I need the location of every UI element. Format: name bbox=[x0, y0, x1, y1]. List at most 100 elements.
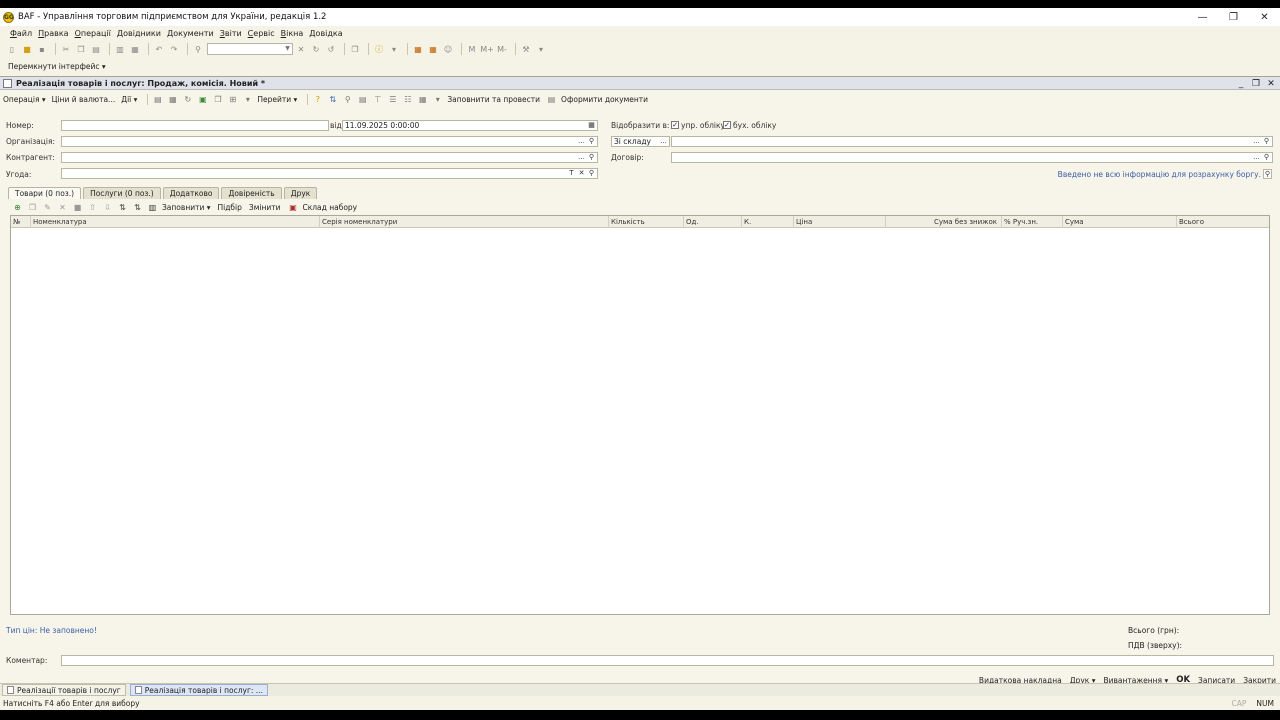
ellipsis-select-button[interactable]: ... bbox=[577, 153, 586, 163]
column-header[interactable]: Кількість bbox=[609, 216, 684, 228]
find-next-icon[interactable]: ↻ bbox=[310, 43, 322, 55]
help-icon[interactable]: ? bbox=[312, 94, 323, 105]
menu-help[interactable]: Довідка bbox=[309, 29, 342, 38]
menu-edit[interactable]: Правка bbox=[38, 29, 68, 38]
end-edit-icon[interactable]: ■ bbox=[72, 202, 83, 213]
open-folder-icon[interactable]: ■ bbox=[21, 43, 33, 55]
column-header[interactable]: Всього bbox=[1177, 216, 1269, 228]
menu-reports[interactable]: Звіти bbox=[220, 29, 242, 38]
number-field[interactable] bbox=[61, 120, 329, 131]
comment-field[interactable] bbox=[61, 655, 1274, 666]
type-selector-icon[interactable]: T bbox=[567, 169, 576, 179]
menu-catalogs[interactable]: Довідники bbox=[117, 29, 161, 38]
barcode-icon[interactable]: ▥ bbox=[147, 202, 158, 213]
operation-menu[interactable]: Операція ▾ bbox=[3, 95, 46, 104]
contract-field[interactable]: ... ⚲ bbox=[671, 152, 1273, 163]
dropdown-arrow-icon[interactable]: ▾ bbox=[388, 43, 400, 55]
tab-additional[interactable]: Додатково bbox=[162, 187, 220, 199]
menu-windows[interactable]: Вікна bbox=[281, 29, 304, 38]
restore-button[interactable]: ❐ bbox=[1218, 8, 1249, 26]
make-documents-button[interactable]: Оформити документи bbox=[561, 95, 648, 104]
ellipsis-select-button[interactable]: ... bbox=[577, 137, 586, 147]
column-header[interactable]: № bbox=[11, 216, 31, 228]
based-on-icon[interactable]: ▣ bbox=[197, 94, 208, 105]
task-sales-document[interactable]: Реалізація товарів і послуг: ... bbox=[129, 684, 268, 696]
change-button[interactable]: Змінити bbox=[249, 203, 281, 212]
new-document-icon[interactable]: ▯ bbox=[6, 43, 18, 55]
search-icon[interactable]: ⚲ bbox=[192, 43, 204, 55]
delete-row-icon[interactable]: ✕ bbox=[57, 202, 68, 213]
mgmt-accounting-checkbox[interactable]: ✓ bbox=[671, 121, 679, 129]
tab-print[interactable]: Друк bbox=[283, 187, 318, 199]
fill-and-post-button[interactable]: Заповнити та провести bbox=[447, 95, 540, 104]
structure-icon[interactable]: ⊞ bbox=[227, 94, 238, 105]
memory-plus-icon[interactable]: M+ bbox=[480, 43, 494, 55]
sort-asc-icon[interactable]: ⇅ bbox=[117, 202, 128, 213]
column-header[interactable]: Номенклатура bbox=[31, 216, 320, 228]
ellipsis-select-button[interactable]: ... bbox=[659, 137, 668, 147]
tab-power-of-attorney[interactable]: Довіреність bbox=[221, 187, 282, 199]
users-icon[interactable]: ☺ bbox=[442, 43, 454, 55]
paste-icon[interactable]: ▤ bbox=[90, 43, 102, 55]
menu-service[interactable]: Сервіс bbox=[248, 29, 275, 38]
dropdown-arrow-icon[interactable]: ▾ bbox=[242, 94, 253, 105]
tab-goods[interactable]: Товари (0 поз.) bbox=[8, 187, 82, 199]
column-header[interactable]: % Руч.зн. bbox=[1002, 216, 1063, 228]
fill-menu[interactable]: Заповнити ▾ bbox=[162, 203, 211, 212]
move-up-icon[interactable]: ⇧ bbox=[87, 202, 98, 213]
copy-doc-icon[interactable]: ❐ bbox=[212, 94, 223, 105]
list-icon[interactable]: ☰ bbox=[387, 94, 398, 105]
menu-documents[interactable]: Документи bbox=[167, 29, 214, 38]
copy-row-icon[interactable]: ❐ bbox=[27, 202, 38, 213]
memory-minus-icon[interactable]: M- bbox=[496, 43, 508, 55]
windows-icon[interactable]: ❐ bbox=[349, 43, 361, 55]
open-search-icon[interactable]: ⚲ bbox=[587, 137, 596, 147]
open-search-icon[interactable]: ⚲ bbox=[587, 169, 596, 179]
copy-icon[interactable]: ❐ bbox=[75, 43, 87, 55]
clear-search-icon[interactable]: ✕ bbox=[295, 43, 307, 55]
write-icon[interactable]: ▤ bbox=[152, 94, 163, 105]
column-header[interactable]: Сума bbox=[1063, 216, 1177, 228]
doc-minimize-button[interactable]: _ bbox=[1236, 79, 1246, 89]
debt-search-icon[interactable]: ⚲ bbox=[1263, 169, 1272, 179]
column-header[interactable]: К. bbox=[742, 216, 794, 228]
actions-menu[interactable]: Дії ▾ bbox=[121, 95, 137, 104]
dropdown-arrow-icon[interactable]: ▾ bbox=[432, 94, 443, 105]
calendar-picker-icon[interactable]: ▦ bbox=[587, 121, 596, 131]
movements-icon[interactable]: ⇅ bbox=[327, 94, 338, 105]
minimize-button[interactable]: — bbox=[1187, 8, 1218, 26]
calculator-icon[interactable]: ▦ bbox=[412, 43, 424, 55]
column-header[interactable]: Серія номенклатури bbox=[320, 216, 609, 228]
post-icon[interactable]: ▦ bbox=[167, 94, 178, 105]
goto-menu[interactable]: Перейти ▾ bbox=[257, 95, 297, 104]
tools-icon[interactable]: ⚒ bbox=[520, 43, 532, 55]
warehouse-type-field[interactable]: Зі складу ... bbox=[611, 136, 670, 147]
warehouse-field[interactable]: ... ⚲ bbox=[671, 136, 1273, 147]
sort-desc-icon[interactable]: ⇅ bbox=[132, 202, 143, 213]
organization-field[interactable]: ... ⚲ bbox=[61, 136, 598, 147]
switch-interface-button[interactable]: Перемкнути інтерфейс ▾ bbox=[8, 62, 106, 71]
undo-icon[interactable]: ↶ bbox=[153, 43, 165, 55]
report-icon[interactable]: ▤ bbox=[357, 94, 368, 105]
debt-info-link[interactable]: Введено не всю інформацію для розрахунку… bbox=[1058, 170, 1261, 179]
goods-table[interactable]: № Номенклатура Серія номенклатури Кількі… bbox=[10, 215, 1270, 615]
calendar-doc-icon[interactable]: ▦ bbox=[417, 94, 428, 105]
tab-services[interactable]: Послуги (0 поз.) bbox=[83, 187, 161, 199]
edit-row-icon[interactable]: ✎ bbox=[42, 202, 53, 213]
date-field[interactable]: 11.09.2025 0:00:00 ▦ bbox=[342, 120, 598, 131]
deal-field[interactable]: T ✕ ⚲ bbox=[61, 168, 598, 179]
save-icon[interactable]: ▪ bbox=[36, 43, 48, 55]
menu-operations[interactable]: Операції bbox=[75, 29, 111, 38]
info-icon[interactable]: ⓘ bbox=[373, 43, 385, 55]
doc-restore-button[interactable]: ❐ bbox=[1251, 79, 1261, 89]
open-search-icon[interactable]: ⚲ bbox=[587, 153, 596, 163]
book-accounting-checkbox[interactable]: ✓ bbox=[723, 121, 731, 129]
column-header[interactable]: Ціна bbox=[794, 216, 886, 228]
open-search-icon[interactable]: ⚲ bbox=[1262, 153, 1271, 163]
print-preview-icon[interactable]: ▦ bbox=[129, 43, 141, 55]
price-type-link[interactable]: Тип цін: Не заповнено! bbox=[6, 626, 97, 635]
open-search-icon[interactable]: ⚲ bbox=[1262, 137, 1271, 147]
close-window-button[interactable]: ✕ bbox=[1249, 8, 1280, 26]
chevron-down-icon[interactable]: ▼ bbox=[283, 44, 292, 54]
add-row-icon[interactable]: ⊕ bbox=[12, 202, 23, 213]
